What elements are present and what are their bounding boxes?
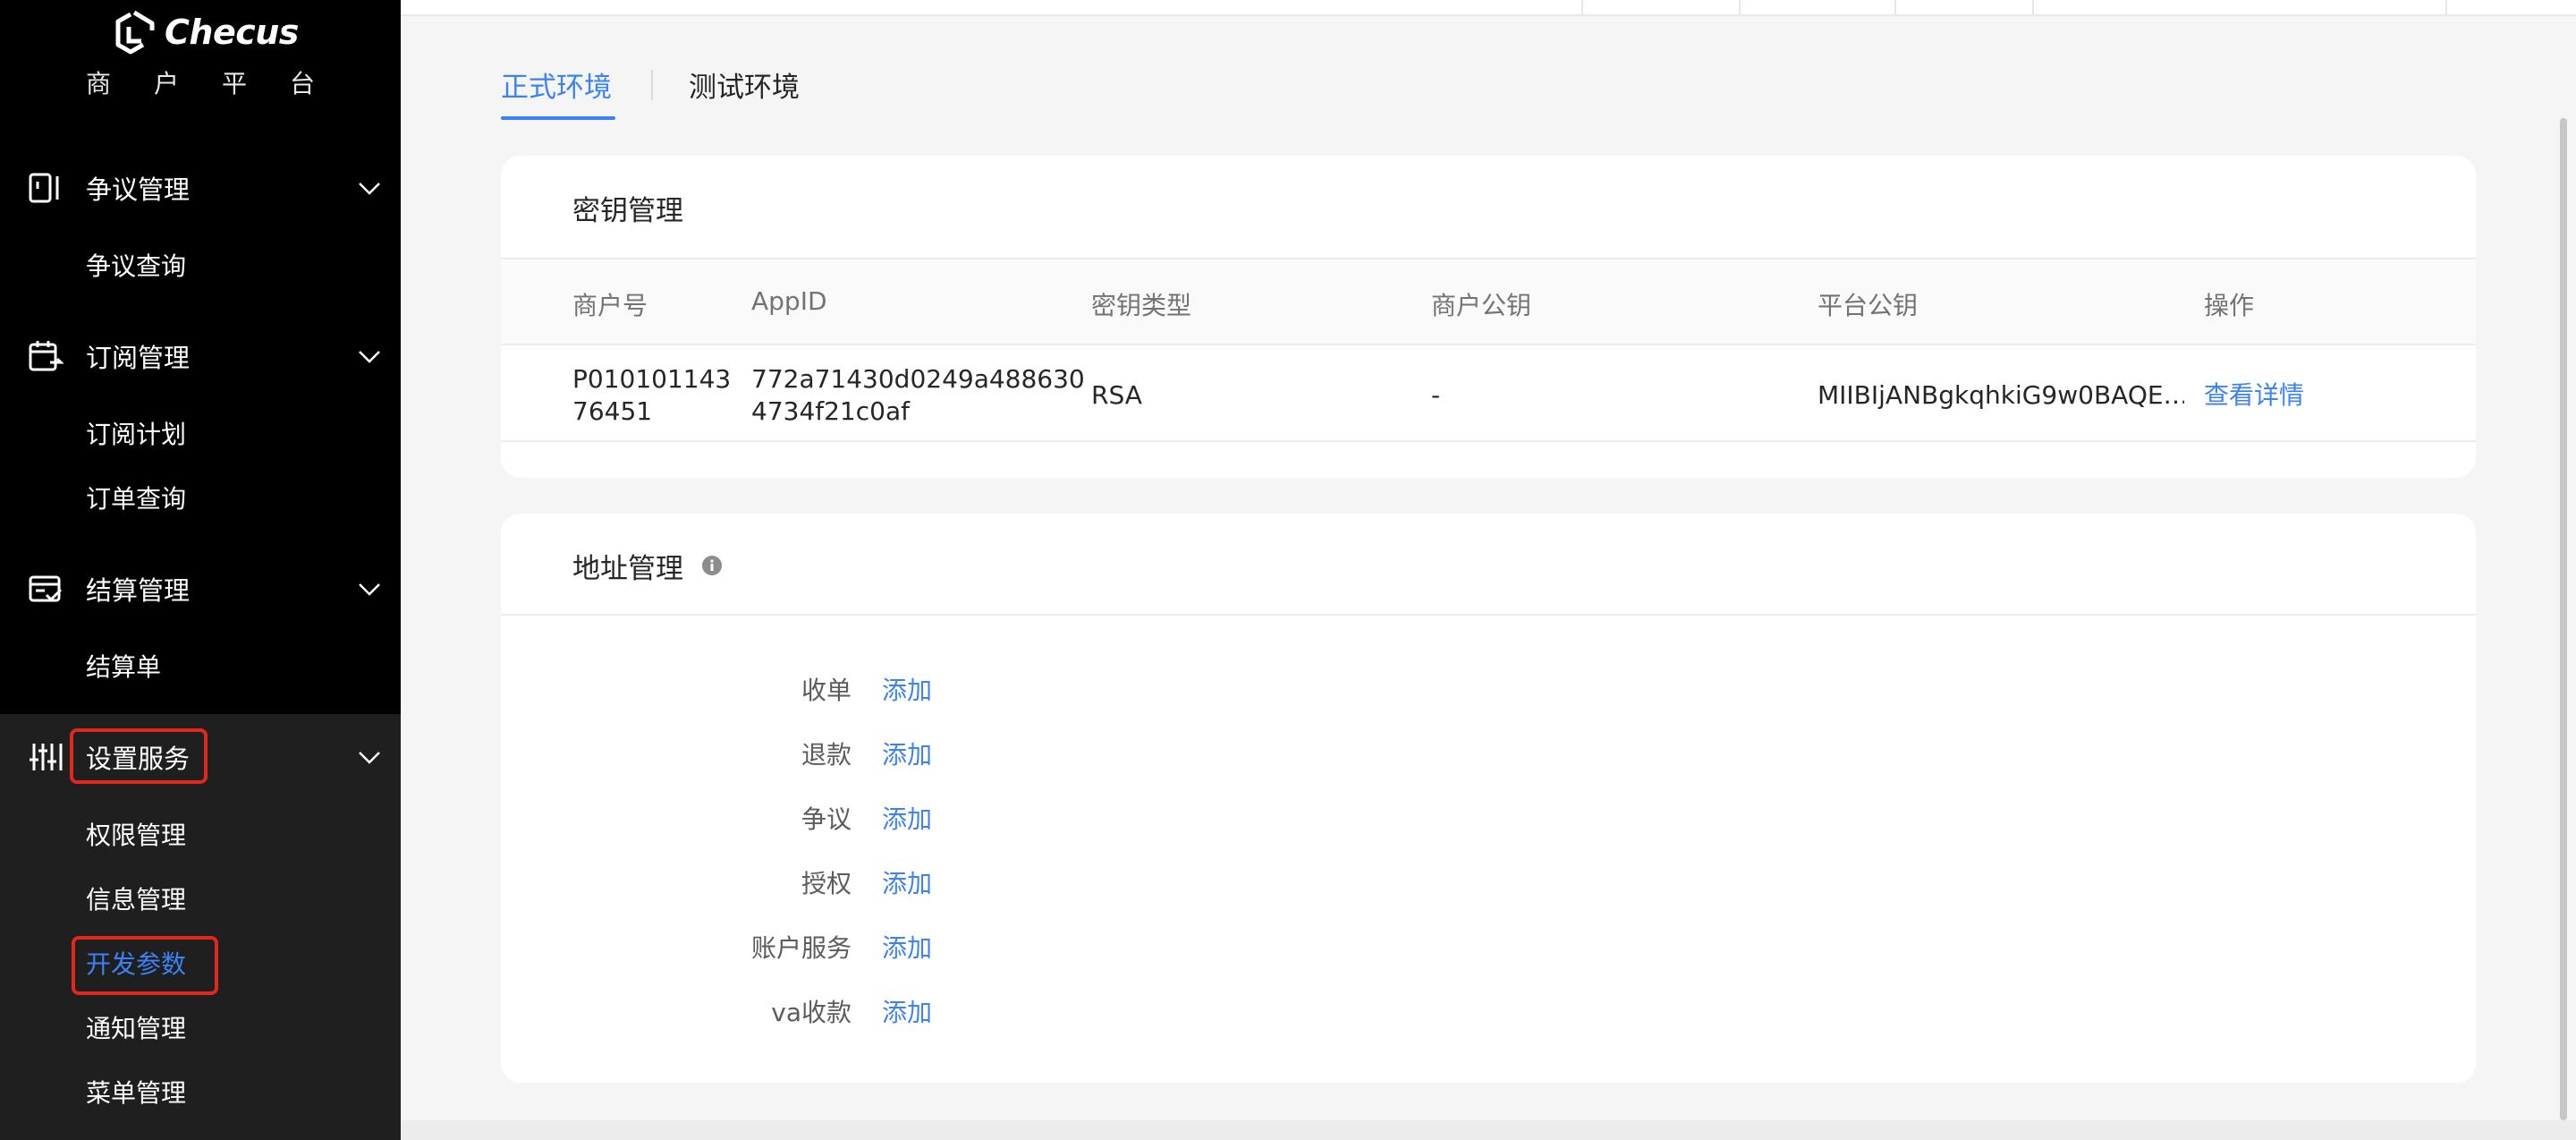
brand-subtitle: 商户平台: [86, 69, 359, 98]
header-divider: [2445, 0, 2447, 16]
top-header: [401, 0, 2576, 16]
sidebar-item-notifications[interactable]: 通知管理: [86, 1009, 186, 1045]
chevron-down-icon[interactable]: [354, 341, 385, 371]
add-va-collection-link[interactable]: 添加: [882, 993, 932, 1029]
card-title: 密钥管理: [572, 195, 683, 227]
key-management-card: 密钥管理 商户号 AppID 密钥类型 商户公钥 平台公钥 操作 P010101…: [501, 156, 2476, 478]
menu-group-subscription[interactable]: 订阅管理: [0, 324, 401, 388]
sidebar-item-subscription-plan[interactable]: 订阅计划: [86, 415, 186, 451]
sidebar-item-settlement-bill[interactable]: 结算单: [86, 648, 161, 684]
tab-divider: [651, 70, 653, 100]
tab-production[interactable]: 正式环境: [501, 64, 612, 105]
address-label-authorization: 授权: [801, 869, 852, 898]
highlight-box: [72, 936, 218, 995]
chevron-down-icon[interactable]: [354, 574, 385, 604]
info-icon[interactable]: [701, 555, 723, 576]
column-header: 操作: [2204, 291, 2255, 320]
card-title: 地址管理: [572, 553, 683, 585]
chevron-down-icon[interactable]: [354, 173, 385, 203]
brand-logo: Checus 商户平台: [0, 0, 401, 116]
sidebar-item-menu-manage[interactable]: 菜单管理: [86, 1074, 186, 1110]
vertical-scrollbar[interactable]: [2560, 118, 2567, 1120]
checus-logo-icon: [115, 10, 155, 55]
appid-line2: 4734f21c0af: [751, 396, 910, 426]
platform-public-key: MIIBIjANBgkqhkiG9w0BAQE…: [1818, 380, 2184, 410]
address-label-refund: 退款: [801, 740, 852, 770]
phone-doc-icon: [29, 173, 59, 203]
bottom-edge: [401, 1120, 2576, 1140]
table-header: 商户号 AppID 密钥类型 商户公钥 平台公钥 操作: [501, 258, 2476, 345]
menu-group-dispute[interactable]: 争议管理: [0, 156, 401, 220]
address-label-va-collection: va收款: [771, 998, 852, 1027]
chevron-down-icon[interactable]: [354, 742, 385, 772]
sidebar: Checus 商户平台 争议管理 争议查询 订阅管理 订阅计划 订单查询 结算管…: [0, 0, 401, 1140]
address-label-acquiring: 收单: [801, 676, 852, 705]
row-divider: [501, 440, 2476, 442]
header-divider: [2032, 0, 2034, 16]
sidebar-item-order-query[interactable]: 订单查询: [86, 480, 186, 515]
sidebar-item-permissions[interactable]: 权限管理: [86, 816, 186, 852]
menu-group-settlement[interactable]: 结算管理: [0, 557, 401, 621]
column-header: 商户号: [572, 291, 648, 320]
sliders-icon: [30, 744, 63, 770]
active-tab-indicator: [501, 116, 615, 120]
merchant-no-line1: P010101143: [572, 364, 732, 394]
menu-group-label: 争议管理: [86, 174, 191, 205]
add-authorization-link[interactable]: 添加: [882, 864, 932, 900]
highlight-box: [70, 728, 208, 784]
add-dispute-link[interactable]: 添加: [882, 800, 932, 836]
sidebar-item-info[interactable]: 信息管理: [86, 881, 186, 916]
merchant-public-key: -: [1431, 380, 1441, 410]
appid-line1: 772a71430d0249a488630: [751, 364, 1085, 394]
address-label-account-service: 账户服务: [750, 933, 852, 963]
merchant-no-line2: 76451: [572, 396, 653, 426]
view-details-link[interactable]: 查看详情: [2204, 379, 2304, 412]
menu-group-label: 订阅管理: [86, 343, 191, 373]
column-header: 平台公钥: [1818, 291, 1919, 320]
calendar-icon: [29, 341, 64, 371]
checklist-icon: [29, 575, 63, 602]
header-divider: [1894, 0, 1896, 16]
add-account-service-link[interactable]: 添加: [882, 929, 932, 965]
header-divider: [1581, 0, 1583, 16]
add-refund-link[interactable]: 添加: [882, 736, 932, 771]
column-header: 密钥类型: [1091, 291, 1192, 320]
add-acquiring-link[interactable]: 添加: [882, 671, 932, 707]
header-divider: [1739, 0, 1741, 16]
address-management-card: 地址管理 收单 添加 退款 添加 争议 添加 授权 添加 账户服务 添加 va收…: [501, 514, 2476, 1083]
column-header: 商户公钥: [1431, 291, 1532, 320]
key-type: RSA: [1091, 380, 1142, 410]
address-label-dispute: 争议: [801, 804, 852, 834]
column-header: AppID: [751, 286, 827, 316]
sidebar-item-dispute-query[interactable]: 争议查询: [86, 247, 186, 283]
menu-group-label: 结算管理: [86, 575, 191, 606]
brand-name: Checus: [165, 13, 299, 52]
card-divider: [501, 614, 2476, 616]
tab-test[interactable]: 测试环境: [689, 64, 800, 105]
